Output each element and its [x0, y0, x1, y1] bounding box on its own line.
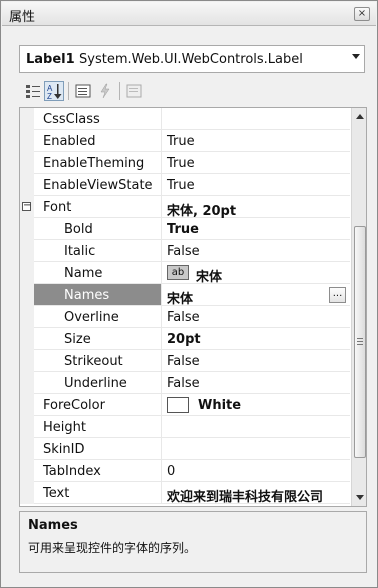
properties-button[interactable] — [73, 81, 93, 101]
svg-text:Z: Z — [47, 92, 52, 100]
property-row-enabled[interactable]: Enabled True — [20, 130, 350, 152]
property-value[interactable]: True — [167, 134, 195, 149]
property-value[interactable]: False — [167, 354, 200, 369]
property-row-forecolor[interactable]: ForeColor White — [20, 394, 350, 416]
ellipsis-button[interactable]: ... — [329, 287, 346, 303]
object-selector[interactable]: Label1 System.Web.UI.WebControls.Label — [19, 45, 365, 73]
property-name: Size — [64, 332, 91, 347]
events-lightning-icon — [100, 83, 110, 99]
window-title: 属性 — [9, 10, 36, 25]
close-button[interactable]: × — [354, 7, 370, 21]
property-row-enabletheming[interactable]: EnableTheming True — [20, 152, 350, 174]
property-name: SkinID — [43, 442, 85, 457]
property-value[interactable]: True — [167, 222, 199, 237]
property-row-bold[interactable]: Bold True — [20, 218, 350, 240]
toolbar-separator — [119, 82, 120, 100]
categorized-button[interactable] — [23, 81, 43, 101]
property-value[interactable]: 0 — [167, 464, 175, 479]
property-value[interactable]: 宋体, 20pt — [167, 200, 236, 219]
scroll-up-icon[interactable] — [356, 114, 364, 119]
property-row-enableviewstate[interactable]: EnableViewState True — [20, 174, 350, 196]
property-value[interactable]: 欢迎来到瑞丰科技有限公司 — [167, 486, 323, 505]
scroll-down-icon[interactable] — [356, 495, 364, 500]
property-row-size[interactable]: Size 20pt — [20, 328, 350, 350]
property-name: Italic — [64, 244, 96, 259]
object-name: Label1 — [26, 52, 75, 67]
property-name: Enabled — [43, 134, 96, 149]
vertical-scrollbar[interactable] — [351, 108, 366, 506]
property-name: EnableViewState — [43, 178, 153, 193]
property-name: ForeColor — [43, 398, 105, 413]
property-row-italic[interactable]: Italic False — [20, 240, 350, 262]
scroll-thumb[interactable] — [354, 226, 366, 458]
property-row-text[interactable]: Text 欢迎来到瑞丰科技有限公司 — [20, 482, 350, 505]
property-name: EnableTheming — [43, 156, 145, 171]
property-row-skinid[interactable]: SkinID — [20, 438, 350, 460]
property-name: Bold — [64, 222, 93, 237]
property-name: Strikeout — [64, 354, 123, 369]
property-row-height[interactable]: Height — [20, 416, 350, 438]
title-bar[interactable]: 属性 × — [2, 2, 376, 26]
toolbar-separator — [68, 82, 69, 100]
property-grid: CssClass Enabled True EnableTheming True… — [19, 107, 367, 507]
property-value[interactable]: 20pt — [167, 332, 201, 347]
property-name: Name — [64, 266, 103, 281]
property-pages-icon — [126, 84, 142, 98]
property-row-strikeout[interactable]: Strikeout False — [20, 350, 350, 372]
property-row-overline[interactable]: Overline False — [20, 306, 350, 328]
property-value[interactable]: True — [167, 156, 195, 171]
collapse-icon[interactable]: − — [22, 201, 31, 211]
property-row-underline[interactable]: Underline False — [20, 372, 350, 394]
color-swatch — [167, 397, 189, 413]
property-name: Text — [43, 486, 70, 501]
property-row-names[interactable]: Names 宋体 ... — [20, 284, 350, 307]
description-text: 可用来呈现控件的字体的序列。 — [28, 541, 197, 555]
description-title: Names — [28, 518, 78, 533]
property-value[interactable]: False — [167, 376, 200, 391]
properties-window: 属性 × Label1 System.Web.UI.WebControls.La… — [0, 0, 378, 588]
property-name: Font — [43, 200, 72, 215]
property-name: Height — [43, 420, 86, 435]
property-row-tabindex[interactable]: TabIndex 0 — [20, 460, 350, 482]
property-pages-button[interactable] — [124, 81, 144, 101]
events-button[interactable] — [95, 81, 115, 101]
property-name: TabIndex — [43, 464, 101, 479]
categorized-icon — [26, 85, 40, 98]
object-type: System.Web.UI.WebControls.Label — [79, 52, 303, 67]
alphabetical-sort-icon: A Z — [47, 84, 62, 101]
alphabetical-button[interactable]: A Z — [44, 81, 64, 101]
property-value[interactable]: 宋体 — [167, 288, 193, 307]
property-name: CssClass — [43, 112, 100, 127]
properties-toolbar: A Z — [19, 78, 365, 104]
property-row-font[interactable]: − Font 宋体, 20pt — [20, 196, 350, 219]
property-value[interactable]: False — [167, 244, 200, 259]
property-value[interactable]: White — [198, 398, 241, 413]
property-value[interactable]: True — [167, 178, 195, 193]
property-name: Underline — [64, 376, 127, 391]
description-panel: Names 可用来呈现控件的字体的序列。 — [19, 511, 367, 573]
property-name: Overline — [64, 310, 119, 325]
property-name: Names — [64, 288, 110, 303]
property-row-cssclass[interactable]: CssClass — [20, 108, 350, 130]
dropdown-arrow-icon[interactable] — [352, 54, 360, 59]
property-value[interactable]: False — [167, 310, 200, 325]
font-sample-icon: ab — [167, 265, 189, 280]
property-value[interactable]: 宋体 — [196, 266, 222, 285]
property-row-name[interactable]: Name ab 宋体 — [20, 262, 350, 285]
properties-icon — [75, 84, 91, 98]
